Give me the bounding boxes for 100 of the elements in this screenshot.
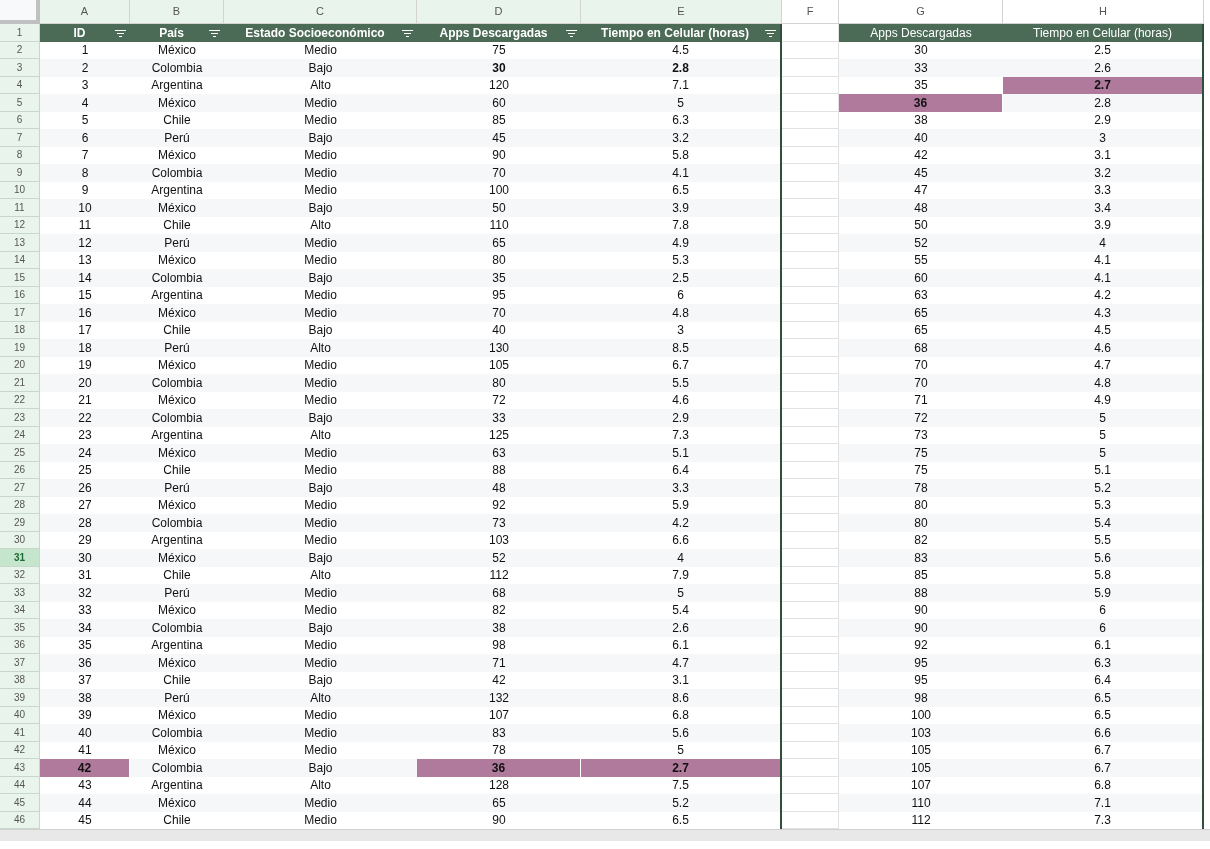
table-cell: 90 bbox=[839, 619, 1003, 637]
table-cell: 4.8 bbox=[1003, 374, 1204, 392]
table-cell: 5.6 bbox=[581, 724, 782, 742]
row-number[interactable]: 3 bbox=[0, 59, 40, 77]
row-number[interactable]: 17 bbox=[0, 304, 40, 322]
table-cell: 4.7 bbox=[581, 654, 782, 672]
row-number[interactable]: 41 bbox=[0, 724, 40, 742]
table-cell: 78 bbox=[839, 479, 1003, 497]
table-cell: 70 bbox=[417, 164, 581, 182]
table-cell: Colombia bbox=[130, 724, 224, 742]
table-cell: 63 bbox=[417, 444, 581, 462]
table-cell: 5 bbox=[581, 584, 782, 602]
filter-icon[interactable] bbox=[765, 29, 776, 37]
row-number[interactable]: 1 bbox=[0, 24, 40, 42]
row-number[interactable]: 39 bbox=[0, 689, 40, 707]
table-cell: 60 bbox=[839, 269, 1003, 287]
column-header[interactable]: F bbox=[782, 0, 839, 24]
table-cell: Medio bbox=[224, 444, 417, 462]
table-cell: Medio bbox=[224, 654, 417, 672]
row-number[interactable]: 5 bbox=[0, 94, 40, 112]
table-cell: 52 bbox=[417, 549, 581, 567]
table-cell: 32 bbox=[40, 584, 130, 602]
table-cell: 2.5 bbox=[581, 269, 782, 287]
filter-icon[interactable] bbox=[209, 29, 220, 37]
row-number[interactable]: 7 bbox=[0, 129, 40, 147]
table-cell: 5.4 bbox=[1003, 514, 1204, 532]
row-number[interactable]: 37 bbox=[0, 654, 40, 672]
horizontal-scrollbar[interactable] bbox=[0, 829, 1210, 841]
row-number[interactable]: 11 bbox=[0, 199, 40, 217]
column-header[interactable]: C bbox=[224, 0, 417, 24]
table-header-cell: Apps Descargadas bbox=[839, 24, 1003, 42]
table-cell: 65 bbox=[417, 794, 581, 812]
row-number[interactable]: 9 bbox=[0, 164, 40, 182]
table-cell: 8.6 bbox=[581, 689, 782, 707]
row-number[interactable]: 35 bbox=[0, 619, 40, 637]
table-cell: Colombia bbox=[130, 59, 224, 77]
table-cell: 35 bbox=[417, 269, 581, 287]
table-cell: 3.3 bbox=[581, 479, 782, 497]
table-cell: 103 bbox=[839, 724, 1003, 742]
table-cell: Perú bbox=[130, 584, 224, 602]
table-cell: Bajo bbox=[224, 129, 417, 147]
table-cell: 48 bbox=[417, 479, 581, 497]
table-cell: 38 bbox=[417, 619, 581, 637]
row-number[interactable]: 19 bbox=[0, 339, 40, 357]
table-cell: 5.5 bbox=[581, 374, 782, 392]
column-header[interactable]: G bbox=[839, 0, 1003, 24]
table-cell: Colombia bbox=[130, 269, 224, 287]
table-cell: 44 bbox=[40, 794, 130, 812]
table-cell: 4.2 bbox=[581, 514, 782, 532]
row-number[interactable]: 13 bbox=[0, 234, 40, 252]
column-header[interactable]: B bbox=[130, 0, 224, 24]
table-cell: 30 bbox=[417, 59, 581, 77]
table-header-cell: Tiempo en Celular (horas) bbox=[581, 24, 782, 42]
table-cell: Bajo bbox=[224, 619, 417, 637]
row-number[interactable]: 43 bbox=[0, 759, 40, 777]
row-number[interactable]: 23 bbox=[0, 409, 40, 427]
filter-icon[interactable] bbox=[566, 29, 577, 37]
table-cell: 36 bbox=[40, 654, 130, 672]
row-number[interactable]: 31 bbox=[0, 549, 40, 567]
table-cell: Bajo bbox=[224, 199, 417, 217]
column-header[interactable]: A bbox=[40, 0, 130, 24]
row-number[interactable]: 21 bbox=[0, 374, 40, 392]
row-number[interactable]: 25 bbox=[0, 444, 40, 462]
table-cell: 6 bbox=[1003, 619, 1204, 637]
column-header[interactable]: H bbox=[1003, 0, 1204, 24]
table-cell: Colombia bbox=[130, 619, 224, 637]
table-cell: 5.2 bbox=[1003, 479, 1204, 497]
table-cell: Colombia bbox=[130, 514, 224, 532]
table-cell: 40 bbox=[839, 129, 1003, 147]
table-cell: 7.1 bbox=[1003, 794, 1204, 812]
table-cell: 4 bbox=[581, 549, 782, 567]
row-number[interactable]: 45 bbox=[0, 794, 40, 812]
table-cell: 36 bbox=[839, 94, 1003, 112]
table-cell: 132 bbox=[417, 689, 581, 707]
table-cell: Bajo bbox=[224, 409, 417, 427]
table-cell: 80 bbox=[417, 374, 581, 392]
table-cell: 4.1 bbox=[1003, 269, 1204, 287]
table-cell: 4.6 bbox=[1003, 339, 1204, 357]
table-cell: 73 bbox=[417, 514, 581, 532]
table-cell: Bajo bbox=[224, 549, 417, 567]
table-cell: 88 bbox=[839, 584, 1003, 602]
row-number[interactable]: 15 bbox=[0, 269, 40, 287]
table-cell: 80 bbox=[839, 514, 1003, 532]
row-number[interactable]: 27 bbox=[0, 479, 40, 497]
table-cell: 65 bbox=[417, 234, 581, 252]
filter-icon[interactable] bbox=[402, 29, 413, 37]
table-cell: 24 bbox=[40, 444, 130, 462]
table-cell: 83 bbox=[839, 549, 1003, 567]
filter-icon[interactable] bbox=[115, 29, 126, 37]
table-cell: Perú bbox=[130, 234, 224, 252]
row-number[interactable]: 29 bbox=[0, 514, 40, 532]
table-cell: 36 bbox=[417, 759, 581, 777]
column-header[interactable]: D bbox=[417, 0, 581, 24]
table-cell: 48 bbox=[839, 199, 1003, 217]
table-cell: 95 bbox=[839, 654, 1003, 672]
row-number[interactable]: 33 bbox=[0, 584, 40, 602]
column-header[interactable]: E bbox=[581, 0, 782, 24]
table-cell: 18 bbox=[40, 339, 130, 357]
table-cell: 4.3 bbox=[1003, 304, 1204, 322]
table-cell: 6.7 bbox=[1003, 759, 1204, 777]
